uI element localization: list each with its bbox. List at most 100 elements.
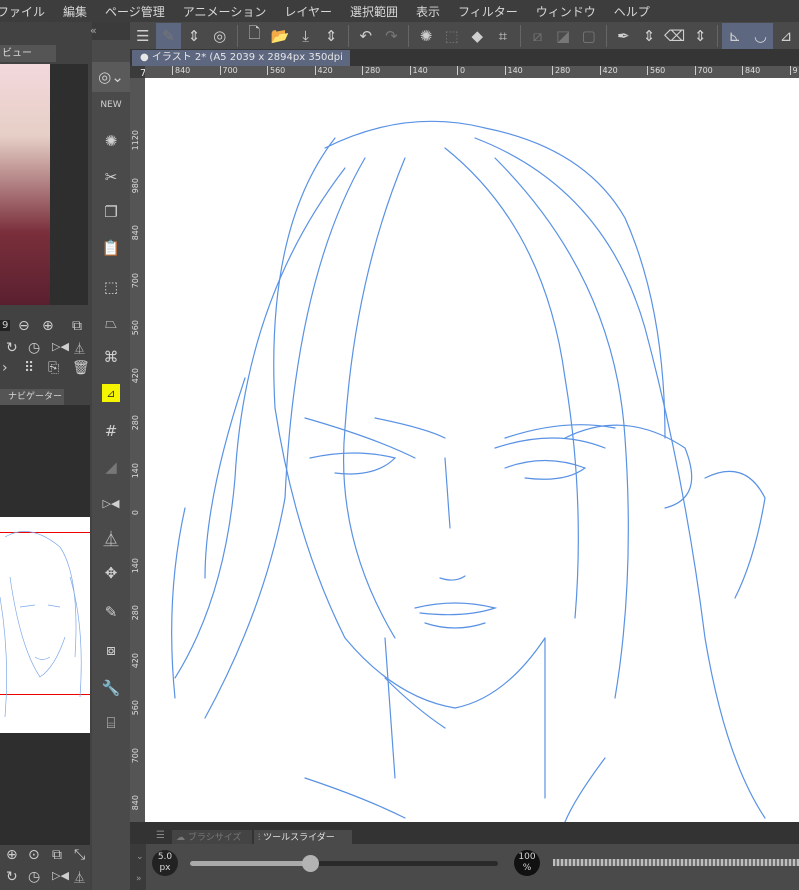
flip-vertical-icon[interactable]: ⏅ [74, 340, 85, 356]
ruler-label: 0 [131, 510, 140, 516]
mesh-transform-icon[interactable]: ⌘ [92, 342, 130, 372]
edit-icon[interactable]: ✎ [155, 22, 182, 49]
ruler-label: 420 [314, 66, 333, 75]
transform-icon[interactable]: ⬚ [92, 272, 130, 302]
navigator-thumbnail[interactable] [0, 517, 90, 733]
transform-icon[interactable]: ⌗ [490, 23, 516, 49]
slider-handle[interactable] [302, 855, 320, 872]
copy-icon[interactable]: ❐ [92, 197, 130, 227]
chevron-updown-icon[interactable]: ⇕ [636, 23, 662, 49]
flip-horizontal-icon[interactable]: ▷◀ [92, 488, 130, 518]
rotate-icon[interactable]: ↻ [6, 340, 18, 356]
menu-item[interactable]: 編集 [50, 3, 96, 20]
rotate-icon[interactable]: ↻ [6, 869, 18, 885]
trash-icon[interactable]: 🗑 [72, 360, 90, 376]
ruler-label: 280 [131, 605, 140, 621]
zoom-in-icon[interactable]: ⊕ [42, 318, 54, 334]
horizontal-ruler: 840 700 560 420 280 140 0 140 280 420 560 700 840 9 [145, 66, 799, 78]
flip-horizontal-icon[interactable]: ▷◀ [52, 340, 69, 353]
eyedropper-icon[interactable]: ✎ [92, 597, 130, 627]
smudge-icon[interactable]: ◎ [207, 23, 233, 49]
pen-icon[interactable]: ✒ [611, 23, 637, 49]
ruler-snap-icon[interactable]: ⊾ [722, 22, 748, 49]
tab-preview[interactable]: ビュー [0, 45, 56, 62]
wrench-icon[interactable]: 🔧 [92, 673, 130, 703]
chevron-updown-icon[interactable]: ⇕ [318, 23, 344, 49]
zoom-out-icon[interactable]: ⊖ [18, 318, 30, 334]
stop-icon[interactable]: ⊙ [28, 847, 40, 863]
expand-icon[interactable]: ⤡ [74, 847, 85, 863]
flip-vertical-icon[interactable]: ⏅ [92, 523, 130, 553]
save-icon[interactable]: ⤓ [293, 23, 319, 49]
eraser-icon[interactable]: ⌫ [662, 23, 688, 49]
new-file-icon[interactable]: 🗋 [241, 23, 267, 49]
left-panel: « ビュー 9 ⊖ ⊕ ⧉ ↻ ◷ ▷◀ ⏅ › ⠿ ⎘ 🗑 ナビゲーター ⊕ … [0, 22, 97, 890]
tab-navigator[interactable]: ナビゲーター [0, 389, 64, 405]
ruler-label: 420 [131, 652, 140, 668]
menu-icon[interactable]: ☰ [130, 23, 156, 49]
scissors-icon[interactable]: ✂ [92, 162, 130, 192]
panel-menu-icon[interactable]: ☰ [156, 830, 165, 841]
undo-icon[interactable]: ↶ [353, 23, 379, 49]
ruler-label: 700 [219, 66, 238, 75]
import-icon[interactable]: ⎘ [48, 360, 59, 376]
ruler-label: 9 [789, 66, 798, 75]
curve-snap-icon[interactable]: ◡ [747, 22, 774, 49]
open-folder-icon[interactable]: 📂 [267, 23, 293, 49]
menu-item[interactable]: フィルター [445, 3, 527, 20]
grid-icon[interactable]: ⠿ [24, 360, 34, 376]
ruler-label: 420 [131, 367, 140, 383]
ruler-label: 560 [267, 66, 285, 75]
document-tab[interactable]: ● イラスト 2* (A5 2039 x 2894px 350dpi 77.1%… [132, 50, 350, 79]
chevron-right-icon[interactable]: › [2, 360, 8, 376]
menu-item[interactable]: ページ管理 [92, 3, 174, 20]
brush-size-slider[interactable] [190, 855, 498, 872]
rotate-reset-icon[interactable]: ◷ [28, 869, 40, 885]
paste-icon[interactable]: 📋 [92, 233, 130, 263]
command-bar: ☰ ✎ ⇕ ◎ 🗋 📂 ⤓ ⇕ ↶ ↷ ✺ ⬚ ◆ ⌗ ⧄ ◪ ▢ ✒ ⇕ ⌫ … [130, 22, 799, 49]
fill-bucket-icon[interactable]: ◆ [464, 23, 490, 49]
opacity-slider[interactable] [553, 859, 799, 866]
screen-capture-icon[interactable]: ⧇ [92, 635, 130, 665]
ruler-label: 140 [131, 557, 140, 573]
menu-item[interactable]: 表示 [403, 3, 449, 20]
flip-horizontal-icon[interactable]: ▷◀ [52, 869, 69, 882]
perspective-ruler-icon[interactable]: ⊿ [773, 23, 799, 49]
flip-vertical-icon[interactable]: ⏅ [74, 869, 85, 885]
redo-icon[interactable]: ↷ [379, 23, 405, 49]
ruler-label: 280 [362, 66, 380, 75]
fit-icon[interactable]: ⧉ [52, 847, 62, 863]
menu-item[interactable]: ヘルプ [601, 3, 659, 20]
free-transform-icon[interactable]: ⏢ [92, 308, 130, 338]
chevron-updown-icon[interactable]: ⇕ [181, 23, 207, 49]
new-icon[interactable]: NEW [92, 90, 130, 120]
deselect-icon[interactable]: ⬚ [439, 23, 465, 49]
menu-item[interactable]: アニメーション [170, 3, 276, 20]
grid-icon[interactable]: # [92, 416, 130, 446]
zoom-in-icon[interactable]: ⊕ [6, 847, 18, 863]
rotate-reset-icon[interactable]: ◷ [28, 340, 40, 356]
fit-icon[interactable]: ⧉ [72, 318, 82, 334]
menu-item[interactable]: ファイル [0, 3, 54, 20]
menu-item[interactable]: ウィンドウ [523, 3, 605, 20]
chevron-down-icon[interactable]: ⌄ [136, 852, 144, 862]
ruler-label: 1120 [131, 130, 140, 151]
ruler-label: 280 [552, 66, 570, 75]
zoom-value[interactable]: 9 [0, 320, 11, 331]
select-loading-icon[interactable]: ✺ [413, 23, 439, 49]
chevron-updown-icon[interactable]: ⇕ [687, 23, 713, 49]
double-chevron-down-icon[interactable]: » [136, 874, 142, 884]
scanner-icon[interactable]: ⌸ [92, 708, 130, 738]
tool-preset-dropdown[interactable]: ◎⌄ [92, 62, 130, 92]
canvas[interactable] [145, 78, 799, 822]
menu-item[interactable]: 選択範囲 [337, 3, 407, 20]
menu-item[interactable]: レイヤー [271, 3, 341, 20]
perspective-transform-icon[interactable]: ⊿ [92, 378, 130, 408]
ruler-label: 840 [131, 225, 140, 241]
brush-size-readout: 5.0 px [152, 850, 178, 876]
loading-icon[interactable]: ✺ [92, 126, 130, 156]
ruler-label: 140 [504, 66, 523, 75]
collapse-icon[interactable]: « [90, 24, 97, 37]
move-rotate-icon[interactable]: ✥ [92, 558, 130, 588]
border-icon: ▢ [581, 26, 596, 45]
